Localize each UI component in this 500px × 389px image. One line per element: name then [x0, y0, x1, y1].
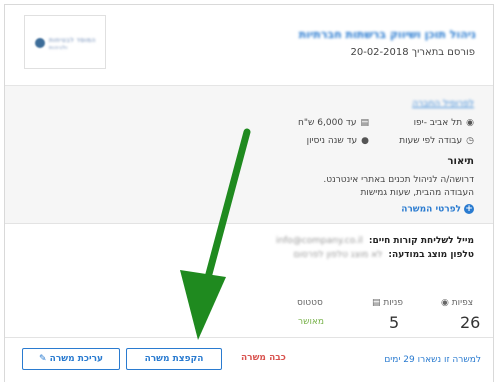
edit-job-button[interactable]: עריכת משרה ✎ — [22, 348, 120, 370]
experience-row: ●עד שנה ניסיון — [307, 136, 369, 146]
days-remaining: למשרה זו נשארו 29 ימים — [384, 355, 481, 365]
job-header: ניהול תוכן ושיווק ברשתות חברתיות פורסם ב… — [5, 5, 493, 85]
salary-text: עד 6,000 ש"ח — [298, 118, 357, 128]
job-details: לפרופיל החברה ◉תל אביב -יפו ▤עד 6,000 ש"… — [5, 85, 493, 223]
applications-count[interactable]: 5 — [389, 313, 399, 332]
status-label: סטטוס — [297, 298, 323, 308]
clock-icon: ◷ — [466, 136, 474, 146]
published-date: פורסם בתאריך 20-02-2018 — [350, 47, 475, 58]
bump-job-button[interactable]: הקפצת משרה — [126, 348, 222, 370]
views-count: 26 — [460, 313, 481, 332]
status-value: מאושר — [298, 317, 325, 327]
email-row: מייל לשליחת קורות חיים: info@company.co.i… — [276, 236, 474, 246]
applications-label: ▤ פניות — [372, 298, 403, 308]
logo-emblem-icon — [35, 38, 45, 48]
edit-icon: ✎ — [38, 354, 47, 364]
logo-text: המוסד לבטיחות — [49, 37, 96, 44]
description-title: תיאור — [447, 156, 474, 167]
map-pin-icon: ◉ — [466, 118, 474, 128]
views-label: ◉ צפיות — [441, 298, 474, 308]
document-icon: ▤ — [372, 298, 381, 308]
job-details-link[interactable]: +לפרטי המשרה — [401, 204, 474, 215]
logo-text-secondary: ולגיהות — [49, 45, 68, 51]
contact-section: מייל לשליחת קורות חיים: info@company.co.i… — [5, 223, 493, 274]
salary-row: ▤עד 6,000 ש"ח — [298, 118, 369, 128]
plus-circle-icon: + — [464, 204, 474, 214]
location-row: ◉תל אביב -יפו — [414, 118, 474, 128]
eye-icon: ◉ — [441, 298, 449, 308]
job-details-link-label: לפרטי המשרה — [401, 204, 461, 215]
money-icon: ▤ — [360, 118, 369, 128]
user-icon: ● — [361, 136, 369, 146]
company-logo: המוסד לבטיחות ולגיהות — [24, 15, 106, 69]
company-profile-link[interactable]: לפרופיל החברה — [412, 99, 474, 109]
phone-label: טלפון מוצג במודעה: — [388, 250, 474, 260]
description-line: העבודה מהבית, שעות גמישות — [360, 188, 474, 198]
job-card: ניהול תוכן ושיווק ברשתות חברתיות פורסם ב… — [4, 4, 494, 383]
edit-label: עריכת משרה — [49, 354, 104, 364]
work-type-row: ◷עבודה לפי שעות — [399, 136, 474, 146]
work-type-text: עבודה לפי שעות — [399, 136, 463, 146]
footer-actions: למשרה זו נשארו 29 ימים כבה משרה הקפצת מש… — [5, 337, 493, 383]
stats-section: ◉ צפיות 26 ▤ פניות 5 סטטוס מאושר — [5, 275, 493, 335]
phone-value: לא מוצג טלפון לפרסום — [293, 250, 383, 260]
description-line: דרושה/ה לניהול תכנים באתרי אינטרנט. — [323, 175, 474, 185]
location-text: תל אביב -יפו — [413, 118, 463, 128]
email-label: מייל לשליחת קורות חיים: — [368, 236, 474, 246]
job-title[interactable]: ניהול תוכן ושיווק ברשתות חברתיות — [299, 28, 476, 41]
expire-job-link[interactable]: כבה משרה — [241, 353, 286, 363]
phone-row: טלפון מוצג במודעה: לא מוצג טלפון לפרסום — [294, 250, 474, 260]
email-value: info@company.co.il — [275, 236, 363, 246]
experience-text: עד שנה ניסיון — [306, 136, 358, 146]
